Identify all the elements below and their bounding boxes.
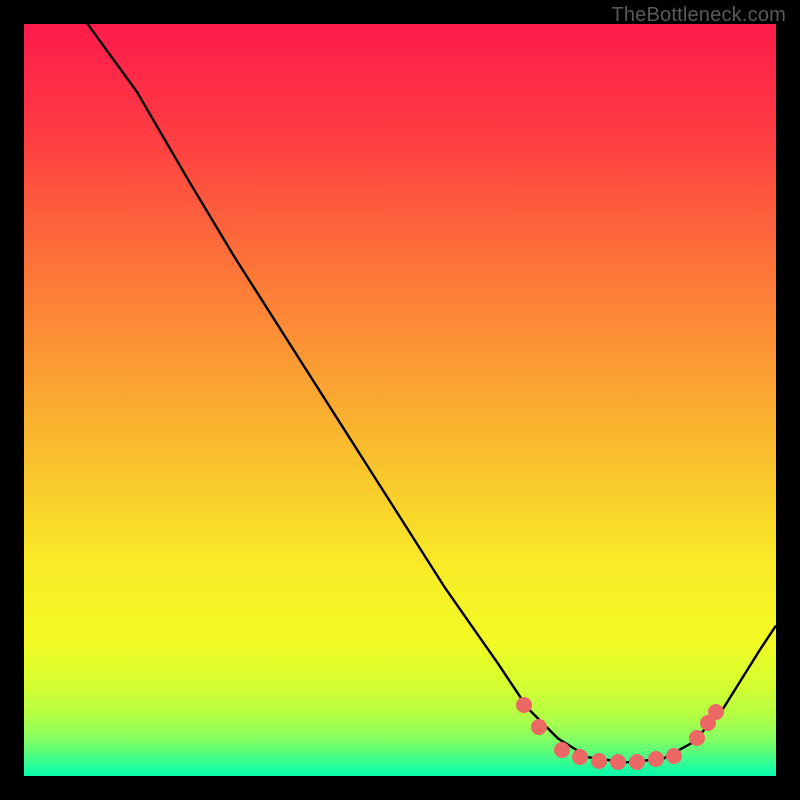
scatter-dot xyxy=(689,730,705,746)
scatter-dot xyxy=(708,704,724,720)
scatter-dot xyxy=(610,754,626,770)
scatter-dot xyxy=(572,749,588,765)
chart-plot-area xyxy=(24,24,776,776)
scatter-dot xyxy=(629,754,645,770)
scatter-dot xyxy=(648,751,664,767)
watermark-text: TheBottleneck.com xyxy=(611,4,786,27)
scatter-dot xyxy=(666,748,682,764)
scatter-dot xyxy=(554,742,570,758)
bottleneck-curve xyxy=(24,24,776,776)
scatter-dot xyxy=(516,697,532,713)
scatter-dot xyxy=(591,753,607,769)
scatter-dot xyxy=(531,719,547,735)
